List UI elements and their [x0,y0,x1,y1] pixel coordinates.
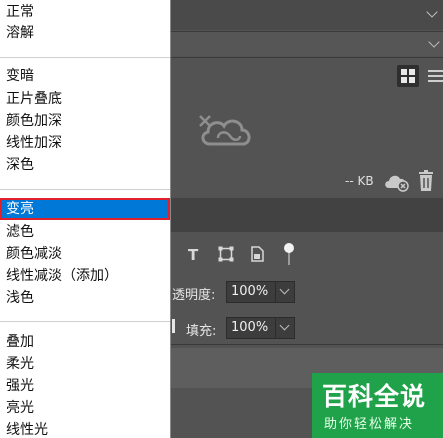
watermark-subtitle: 助你轻松解决 [324,417,415,432]
blend-mode-item-vivid-light[interactable]: 亮光 [0,397,170,419]
blend-mode-item-dissolve[interactable]: 溶解 [0,22,170,44]
blend-mode-item-darken[interactable]: 变暗 [0,65,170,87]
blend-mode-item-lighten[interactable]: 变亮 [0,198,170,220]
opacity-dropdown-button[interactable] [275,281,295,303]
menu-separator [0,321,170,322]
blend-mode-item-darker-color[interactable]: 深色 [0,154,170,176]
library-size-text: -- KB [345,174,374,188]
blend-mode-item-linear-light[interactable]: 线性光 [0,419,170,438]
blend-mode-item-normal[interactable]: 正常 [0,1,170,23]
blend-mode-item-multiply[interactable]: 正片叠底 [0,88,170,110]
type-filter-icon[interactable]: T [188,246,198,264]
layers-panel-tab-bar [170,198,443,232]
blend-mode-item-color-dodge[interactable]: 颜色减淡 [0,243,170,265]
library-dropdown-bar[interactable] [170,32,443,56]
blend-mode-item-hard-light[interactable]: 强光 [0,375,170,397]
watermark-logo: 百科全说 助你轻松解决 [312,373,443,438]
blend-mode-item-lighter-color[interactable]: 浅色 [0,287,170,309]
blend-mode-item-overlay[interactable]: 叠加 [0,331,170,353]
fill-label: 填充: [186,324,217,339]
blend-mode-item-screen[interactable]: 滤色 [0,221,170,243]
fill-input[interactable]: 100% [226,317,276,339]
divider [170,57,443,58]
blend-mode-item-soft-light[interactable]: 柔光 [0,353,170,375]
watermark-title: 百科全说 [322,382,427,411]
divider [170,344,443,345]
filter-toggle-icon[interactable] [282,242,296,266]
blend-mode-item-linear-dodge[interactable]: 线性减淡（添加） [0,265,170,287]
menu-separator [0,57,170,58]
blend-mode-item-linear-burn[interactable]: 线性加深 [0,132,170,154]
cloud-disconnected-icon [199,115,251,146]
blend-mode-menu[interactable]: 正常 溶解 变暗 正片叠底 颜色加深 线性加深 深色 变亮 滤色 颜色减淡 线性… [0,0,171,438]
opacity-label: 透明度: [172,288,216,303]
menu-separator [0,189,170,190]
grid-view-button[interactable] [397,65,419,87]
panel-top-bar [170,0,443,30]
cloud-sync-icon[interactable] [383,172,411,192]
trash-icon[interactable] [416,170,436,192]
blend-mode-item-color-burn[interactable]: 颜色加深 [0,110,170,132]
opacity-input[interactable]: 100% [226,281,276,303]
smart-object-filter-icon[interactable] [250,246,264,262]
list-view-icon[interactable] [428,69,443,83]
shape-filter-icon[interactable] [218,246,234,262]
lock-all-icon[interactable] [172,319,175,333]
fill-dropdown-button[interactable] [275,317,295,339]
